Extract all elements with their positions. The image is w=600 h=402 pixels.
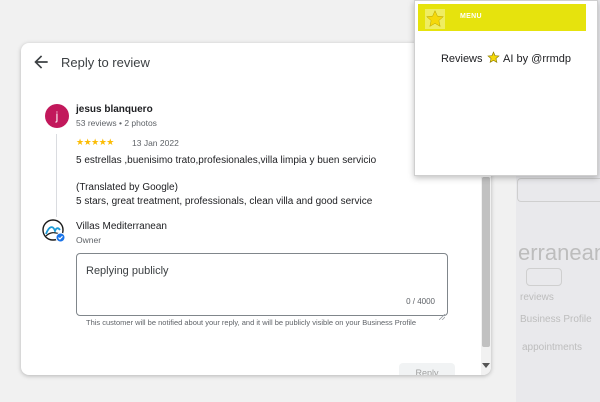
background-line-appointments: appointments <box>522 342 583 353</box>
reviewer-name[interactable]: jesus blanquero <box>76 104 153 115</box>
background-button <box>526 268 562 286</box>
reviewer-avatar: j <box>45 104 69 128</box>
rating-stars-icon: ★★★★★ <box>76 137 114 147</box>
background-line-reviews: reviews <box>520 292 554 303</box>
dialog-scrollbar[interactable] <box>481 177 491 375</box>
extension-title-suffix: AI by @rrmdp <box>503 53 572 65</box>
owner-logo-icon <box>42 219 66 243</box>
background-line-profile: Business Profile <box>520 314 592 325</box>
extension-popup: MENU Reviews AI by @rrmdp <box>414 0 598 176</box>
review-text: 5 estrellas ,buenisimo trato,profesional… <box>76 155 377 166</box>
extension-menu-bar[interactable]: MENU <box>418 4 586 31</box>
reply-button[interactable]: Reply <box>399 363 455 375</box>
char-count: 0 / 4000 <box>406 297 435 306</box>
background-input-box <box>517 178 600 202</box>
owner-role: Owner <box>76 235 102 245</box>
reply-notice: This customer will be notified about you… <box>86 318 417 327</box>
extension-title-prefix: Reviews <box>440 53 483 65</box>
scrollbar-thumb[interactable] <box>482 177 490 347</box>
background-heading: erranean <box>518 240 600 265</box>
dialog-title: Reply to review <box>61 55 150 70</box>
resize-grip-icon[interactable] <box>438 307 446 321</box>
reply-input[interactable] <box>86 261 416 281</box>
back-arrow-icon[interactable] <box>31 52 51 72</box>
star-icon <box>486 51 500 64</box>
owner-name: Villas Mediterranean <box>76 221 167 232</box>
review-date: 13 Jan 2022 <box>132 138 179 148</box>
extension-title: Reviews AI by @rrmdp <box>415 51 597 65</box>
thread-connector-line <box>56 134 57 217</box>
translated-text: 5 stars, great treatment, professionals,… <box>76 196 373 207</box>
reviewer-meta: 53 reviews • 2 photos <box>76 118 157 128</box>
reply-textarea-box: 0 / 4000 <box>76 253 448 321</box>
extension-menu-label[interactable]: MENU <box>460 13 482 20</box>
scroll-down-arrow-icon[interactable] <box>482 363 490 368</box>
translated-label: (Translated by Google) <box>76 182 178 193</box>
extension-star-logo-icon <box>425 9 445 29</box>
